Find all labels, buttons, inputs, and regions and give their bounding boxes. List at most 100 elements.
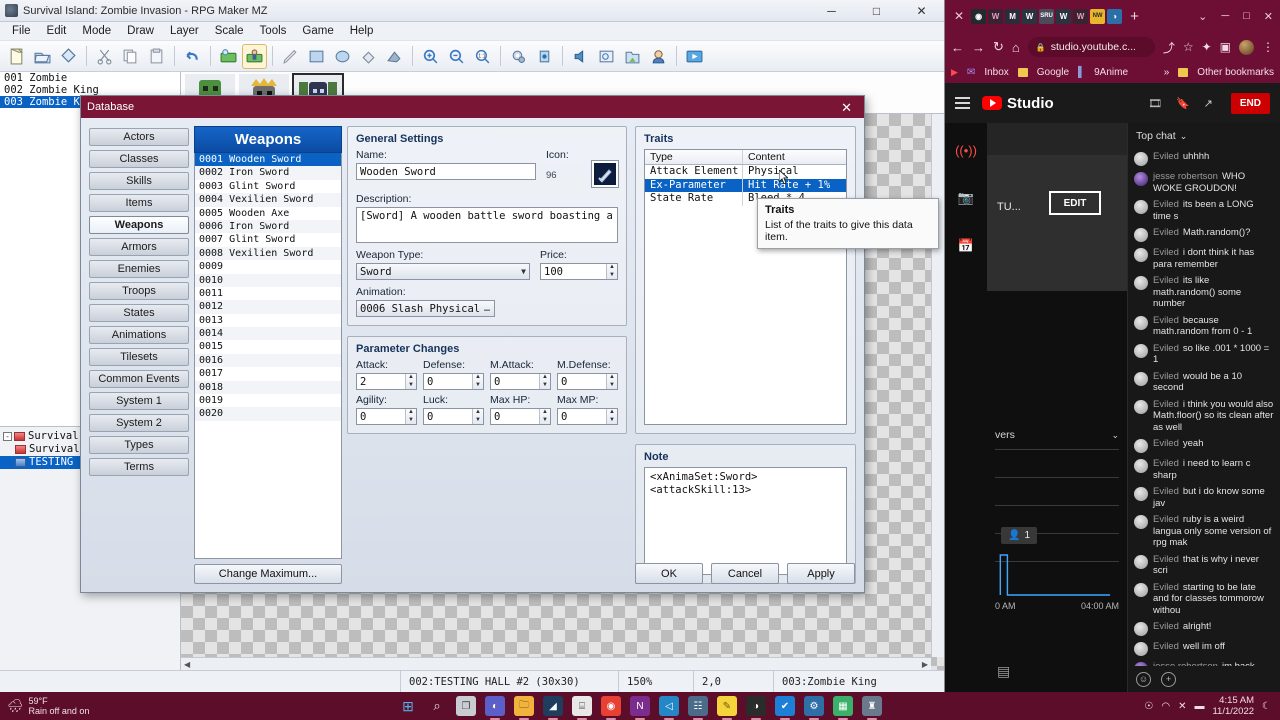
bookmark-folder-icon-1[interactable] <box>1017 68 1028 77</box>
onenote-app[interactable]: N <box>630 696 650 720</box>
tree-expander-icon[interactable]: - <box>3 432 12 441</box>
menu-scale[interactable]: Scale <box>207 23 252 39</box>
tab-classes[interactable]: Classes <box>89 150 189 168</box>
spin-buttons[interactable]: ▲ ▼ <box>606 374 617 389</box>
home-icon[interactable]: ⌂ <box>1012 40 1020 55</box>
paste-icon[interactable] <box>144 44 169 69</box>
profile-avatar[interactable] <box>1239 39 1254 55</box>
obs-app[interactable]: ◑ <box>746 696 766 720</box>
forward-icon[interactable]: → <box>972 40 985 55</box>
playtest-icon[interactable] <box>682 44 707 69</box>
bookmark-9anime-icon[interactable]: ▌ <box>1078 67 1085 78</box>
scroll-left-icon[interactable]: ◀ <box>181 660 193 669</box>
microphone-icon[interactable]: ☉ <box>1144 701 1153 712</box>
edit-stream-button[interactable]: EDIT <box>1049 191 1101 215</box>
search-button[interactable]: ⌕ <box>427 696 447 716</box>
spin-buttons[interactable]: ▲ ▼ <box>405 374 416 389</box>
weapon-row[interactable]: 0017 <box>195 367 341 380</box>
menu-tools[interactable]: Tools <box>252 23 295 39</box>
task-view-button[interactable]: ❐ <box>456 696 476 716</box>
weapon-row[interactable]: 0007 Glint Sword <box>195 233 341 246</box>
favicon-wiki-2[interactable]: W <box>1073 8 1089 24</box>
hamburger-menu-icon[interactable] <box>955 97 970 109</box>
weapon-row[interactable]: 0019 <box>195 394 341 407</box>
url-bar[interactable]: 🔒 studio.youtube.c... <box>1027 37 1155 57</box>
spin-down-icon[interactable]: ▼ <box>607 417 617 425</box>
ellipse-tool-icon[interactable] <box>330 44 355 69</box>
param-stepper[interactable]: 0 ▲ ▼ <box>490 373 551 390</box>
event-row[interactable]: 001 Zombie <box>0 72 180 84</box>
extensions-icon[interactable]: ✦ <box>1202 40 1212 54</box>
change-maximum-button[interactable]: Change Maximum... <box>194 564 342 584</box>
tab-items[interactable]: Items <box>89 194 189 212</box>
calendar-icon[interactable]: 📅 <box>953 233 979 259</box>
spin-buttons[interactable]: ▲ ▼ <box>472 409 483 424</box>
traits-table[interactable]: Type Content Attack Element Physical Ex-… <box>644 149 847 425</box>
settings-app[interactable]: ⚙ <box>804 696 824 720</box>
vscode-app[interactable]: ◁ <box>659 696 679 720</box>
spin-down-icon[interactable]: ▼ <box>607 272 617 280</box>
param-stepper[interactable]: 0 ▲ ▼ <box>423 408 484 425</box>
bookmarks-overflow-icon[interactable]: » <box>1164 67 1170 78</box>
weapon-row[interactable]: 0005 Wooden Axe <box>195 207 341 220</box>
cancel-button[interactable]: Cancel <box>711 563 779 584</box>
weapon-row[interactable]: 0015 <box>195 340 341 353</box>
chat-messages[interactable]: Eviled uhhhh jesse robertson WHO WOKE GROU… <box>1128 149 1280 666</box>
weapon-row[interactable]: 0012 <box>195 300 341 314</box>
param-stepper[interactable]: 0 ▲ ▼ <box>356 408 417 425</box>
trait-row[interactable]: Attack Element Physical <box>645 165 846 179</box>
spin-buttons[interactable]: ▲ ▼ <box>405 409 416 424</box>
tab-types[interactable]: Types <box>89 436 189 454</box>
spin-up-icon[interactable]: ▲ <box>540 374 550 382</box>
browser-maximize-button[interactable]: □ <box>1236 10 1257 23</box>
menu-game[interactable]: Game <box>294 23 341 39</box>
spin-up-icon[interactable]: ▲ <box>406 409 416 417</box>
spin-up-icon[interactable]: ▲ <box>473 409 483 417</box>
favicon-w-1[interactable]: W <box>1022 8 1038 24</box>
plugin-manager-icon[interactable] <box>532 44 557 69</box>
bookmark-inbox[interactable]: Inbox <box>984 67 1008 78</box>
aseprite-app[interactable]: ▦ <box>833 696 853 720</box>
tab-enemies[interactable]: Enemies <box>89 260 189 278</box>
price-spin-buttons[interactable]: ▲ ▼ <box>606 264 617 279</box>
flood-fill-icon[interactable] <box>356 44 381 69</box>
chrome-app[interactable]: ◉ <box>601 696 621 720</box>
bookmark-other[interactable]: Other bookmarks <box>1197 67 1274 78</box>
filmstrip-icon[interactable]: 🎞 <box>1148 97 1162 110</box>
open-project-icon[interactable] <box>30 44 55 69</box>
spin-down-icon[interactable]: ▼ <box>473 382 483 390</box>
new-project-icon[interactable] <box>4 44 29 69</box>
add-icon[interactable]: + <box>1161 671 1176 687</box>
rpgmaker-app[interactable]: ♜ <box>862 696 882 720</box>
trait-row-selected[interactable]: Ex-Parameter Hit Rate + 1% <box>645 178 846 192</box>
sound-test-icon[interactable] <box>568 44 593 69</box>
map-horizontal-scrollbar[interactable]: ◀ ▶ <box>181 657 931 670</box>
store-app[interactable]: ⌸ <box>572 696 592 720</box>
weapon-list[interactable]: 0001 Wooden Sword 0002 Iron Sword 0003 G… <box>194 153 342 559</box>
spin-buttons[interactable]: ▲ ▼ <box>539 409 550 424</box>
reload-icon[interactable]: ↻ <box>993 39 1004 55</box>
spin-up-icon[interactable]: ▲ <box>540 409 550 417</box>
todoist-app[interactable]: ✔ <box>775 696 795 720</box>
stream-preview-video[interactable] <box>987 155 1127 291</box>
bookmark-9anime[interactable]: 9Anime <box>1094 67 1128 78</box>
menu-layer[interactable]: Layer <box>162 23 207 39</box>
price-stepper[interactable]: 100 ▲ ▼ <box>540 263 618 280</box>
shadow-pen-icon[interactable] <box>382 44 407 69</box>
calculator-app[interactable]: ☷ <box>688 696 708 720</box>
spin-down-icon[interactable]: ▼ <box>406 417 416 425</box>
event-search-icon[interactable] <box>594 44 619 69</box>
taskbar-clock[interactable]: 4:15 AM 11/1/2022 <box>1212 695 1254 717</box>
spin-down-icon[interactable]: ▼ <box>473 417 483 425</box>
param-stepper[interactable]: 0 ▲ ▼ <box>490 408 551 425</box>
bookmark-icon[interactable]: 🔖 <box>1176 97 1190 110</box>
bookmark-inbox-icon[interactable]: ✉ <box>967 67 975 78</box>
end-stream-button[interactable]: END <box>1230 92 1270 114</box>
weapon-row[interactable]: 0002 Iron Sword <box>195 166 341 180</box>
weapon-row[interactable]: 0011 <box>195 287 341 300</box>
tab-tilesets[interactable]: Tilesets <box>89 348 189 366</box>
param-stepper[interactable]: 0 ▲ ▼ <box>423 373 484 390</box>
wifi-icon[interactable]: ◠ <box>1161 701 1170 712</box>
photos-app[interactable]: ◢ <box>543 696 563 720</box>
map-vertical-scrollbar[interactable] <box>931 114 944 657</box>
